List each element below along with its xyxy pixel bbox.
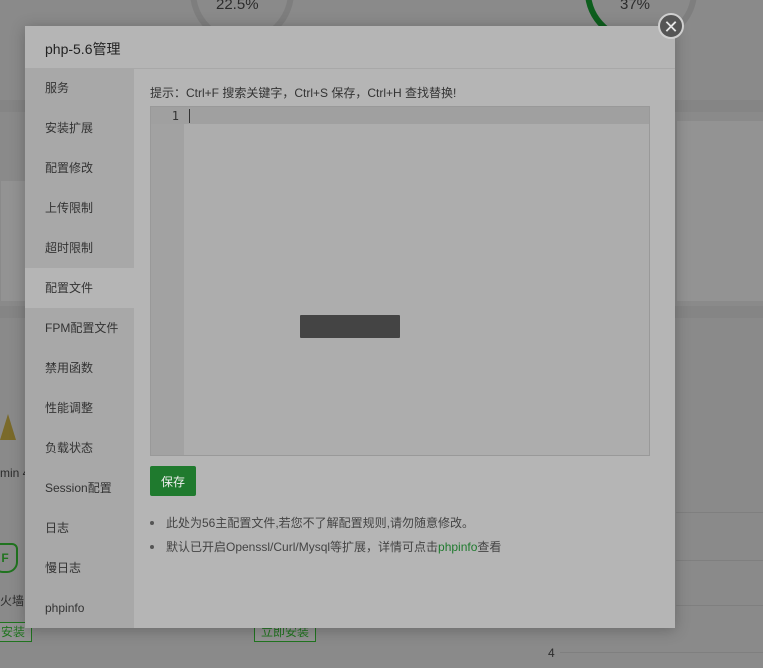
phpinfo-link[interactable]: phpinfo	[438, 540, 477, 554]
sidebar-item-load-status[interactable]: 负载状态	[25, 428, 134, 468]
sidebar-item-upload-limit[interactable]: 上传限制	[25, 188, 134, 228]
sidebar-item-fpm-config-file[interactable]: FPM配置文件	[25, 308, 134, 348]
sidebar-item-config-file[interactable]: 配置文件	[25, 268, 134, 308]
sidebar-item-performance-tuning[interactable]: 性能调整	[25, 388, 134, 428]
bg-axis-number: 4	[548, 646, 555, 660]
bg-divider	[560, 652, 763, 653]
firewall-shield-icon: F	[0, 543, 18, 573]
list-item: 此处为56主配置文件,若您不了解配置规则,请勿随意修改。	[150, 514, 501, 538]
modal-title: php-5.6管理	[45, 41, 121, 57]
bullet-icon	[150, 521, 154, 525]
sidebar-item-install-extensions[interactable]: 安装扩展	[25, 108, 134, 148]
save-button[interactable]: 保存	[150, 466, 196, 496]
code-editor[interactable]: 1	[150, 106, 650, 456]
editor-gutter	[151, 107, 184, 455]
sidebar-item-slow-log[interactable]: 慢日志	[25, 548, 134, 588]
bg-ring-label: 37%	[620, 0, 651, 13]
config-file-panel: 提示：Ctrl+F 搜索关键字，Ctrl+S 保存，Ctrl+H 查找替换! 1…	[134, 68, 675, 628]
bullet-icon	[150, 545, 154, 549]
note-text: 默认已开启Openssl/Curl/Mysql等扩展，详情可点击	[166, 540, 439, 554]
text-cursor	[189, 109, 190, 123]
sidebar-item-disabled-functions[interactable]: 禁用函数	[25, 348, 134, 388]
loading-indicator	[300, 315, 400, 338]
sidebar-item-service[interactable]: 服务	[25, 68, 134, 108]
sidebar-item-timeout-limit[interactable]: 超时限制	[25, 228, 134, 268]
sidebar-item-log[interactable]: 日志	[25, 508, 134, 548]
bg-divider	[676, 605, 763, 606]
editor-active-line	[151, 107, 649, 124]
list-item: 默认已开启Openssl/Curl/Mysql等扩展，详情可点击phpinfo查…	[150, 538, 501, 562]
bg-divider	[676, 560, 763, 561]
notes-list: 此处为56主配置文件,若您不了解配置规则,请勿随意修改。 默认已开启Openss…	[150, 514, 501, 562]
bg-label: 火墙	[0, 594, 25, 608]
app-logo-icon	[0, 414, 16, 440]
sidebar: 服务 安装扩展 配置修改 上传限制 超时限制 配置文件 FPM配置文件 禁用函数…	[25, 68, 134, 628]
php-manager-modal: php-5.6管理 ✕ 服务 安装扩展 配置修改 上传限制 超时限制 配置文件 …	[25, 13, 684, 628]
close-icon[interactable]: ✕	[658, 13, 684, 39]
sidebar-item-phpinfo[interactable]: phpinfo	[25, 588, 134, 628]
modal-header: php-5.6管理	[25, 26, 675, 69]
sidebar-item-config-edit[interactable]: 配置修改	[25, 148, 134, 188]
note-text: 查看	[477, 540, 502, 554]
line-number: 1	[171, 109, 179, 123]
bg-ring-label: 22.5%	[216, 0, 259, 13]
bg-divider	[676, 512, 763, 513]
bg-card	[0, 180, 26, 302]
shortcut-tip: 提示：Ctrl+F 搜索关键字，Ctrl+S 保存，Ctrl+H 查找替换!	[150, 86, 457, 100]
sidebar-item-session-config[interactable]: Session配置	[25, 468, 134, 508]
bg-card	[676, 120, 763, 302]
note-text: 此处为56主配置文件,若您不了解配置规则,请勿随意修改。	[166, 516, 475, 530]
